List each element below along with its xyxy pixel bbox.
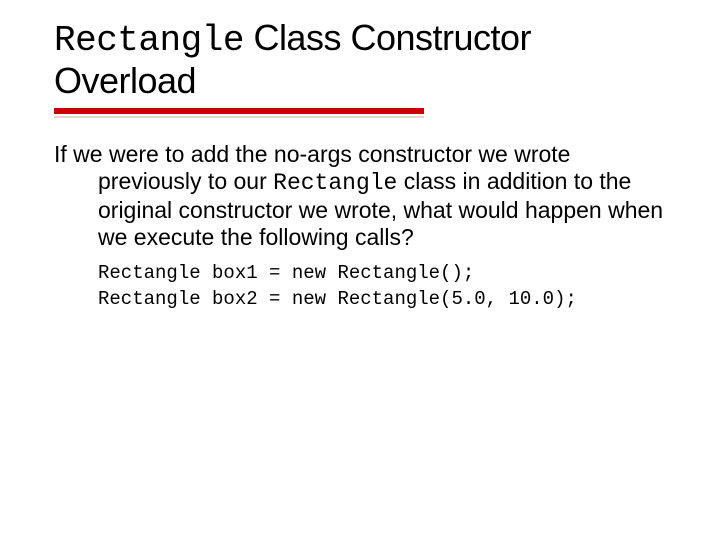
slide-title: Rectangle Class Constructor Overload [54, 18, 666, 102]
body-paragraph: If we were to add the no-args constructo… [54, 141, 666, 252]
slide-body: If we were to add the no-args constructo… [54, 141, 666, 313]
slide: Rectangle Class Constructor Overload If … [0, 0, 720, 540]
title-underline [54, 108, 424, 114]
para-code-word: Rectangle [273, 170, 397, 196]
title-code-word: Rectangle [54, 20, 244, 61]
code-line-1: Rectangle box1 = new Rectangle(); [98, 262, 474, 284]
code-block: Rectangle box1 = new Rectangle(); Rectan… [54, 261, 666, 312]
code-line-2: Rectangle box2 = new Rectangle(5.0, 10.0… [98, 288, 577, 310]
title-underline-shadow [54, 116, 424, 118]
